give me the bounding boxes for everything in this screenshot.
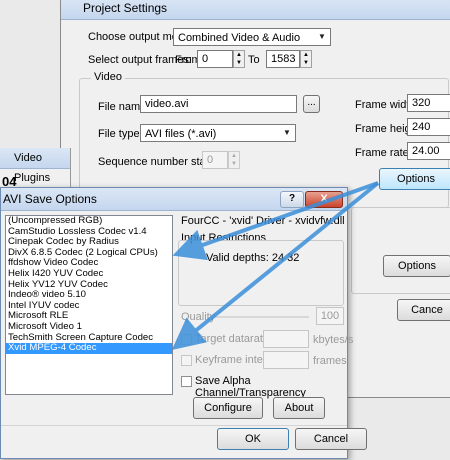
to-input[interactable]: 1583 — [266, 50, 300, 68]
frame-width-input[interactable]: 320 — [407, 94, 450, 112]
save-alpha-checkbox[interactable] — [181, 376, 192, 387]
from-input[interactable]: 0 — [197, 50, 233, 68]
keyframe-checkbox[interactable] — [181, 355, 192, 366]
output-mode-value: Combined Video & Audio — [178, 32, 301, 44]
file-type-value: AVI files (*.avi) — [145, 128, 217, 140]
codec-list-item[interactable]: Helix I420 YUV Codec — [6, 268, 172, 280]
valid-depths-label: Valid depths: 24 32 — [206, 252, 300, 264]
target-datarate-label: Target datarate — [195, 333, 269, 345]
close-button[interactable]: X — [305, 191, 343, 208]
sequence-spinner[interactable]: ▲ ▼ — [228, 151, 240, 169]
frame-height-input[interactable]: 240 — [407, 118, 450, 136]
keyframe-input[interactable] — [263, 351, 309, 369]
file-type-label: File type — [98, 128, 140, 140]
project-settings-titlebar: Project Settings — [61, 0, 450, 20]
options-button[interactable]: Options — [379, 168, 450, 190]
ok-button[interactable]: OK — [217, 428, 289, 450]
quality-input[interactable]: 100 — [316, 307, 344, 325]
output-mode-select[interactable]: Combined Video & Audio ▼ — [173, 28, 331, 46]
cancel-button[interactable]: Cancel — [295, 428, 367, 450]
avi-dialog-title: AVI Save Options — [3, 192, 97, 206]
chevron-down-icon: ▼ — [283, 128, 291, 137]
frame-rate-input[interactable]: 24.00 — [407, 142, 450, 160]
sequence-input[interactable]: 0 — [202, 151, 228, 169]
codec-list[interactable]: (Uncompressed RGB) CamStudio Lossless Cod… — [5, 215, 173, 395]
fourcc-label: FourCC - 'xvid' — [181, 215, 254, 227]
datarate-unit: kbytes/s — [313, 334, 354, 346]
quality-slider[interactable] — [211, 316, 309, 318]
file-name-input[interactable]: video.avi — [140, 95, 297, 113]
footer-divider — [1, 425, 347, 426]
to-label: To — [248, 54, 260, 66]
video-plugins-title: Video Plugins — [14, 152, 51, 184]
codec-list-item[interactable]: (Uncompressed RGB) — [6, 216, 172, 227]
audio-group — [351, 207, 450, 294]
driver-label: Driver - xvidvfw.dll — [256, 215, 345, 227]
browse-button[interactable]: ... — [303, 95, 320, 113]
about-button[interactable]: About — [273, 397, 325, 419]
project-settings-title: Project Settings — [83, 1, 168, 15]
video-plugins-titlebar: Video Plugins — [0, 148, 70, 184]
chevron-down-icon: ▼ — [318, 32, 326, 41]
to-spinner[interactable]: ▲ ▼ — [300, 50, 312, 68]
avi-dialog-titlebar: AVI Save Options ? X — [1, 188, 347, 211]
audio-options-button[interactable]: Options — [383, 255, 450, 277]
keyframe-unit: frames — [313, 355, 347, 367]
target-datarate-checkbox[interactable] — [181, 334, 192, 345]
save-alpha-label: Save Alpha Channel/Transparency — [195, 375, 306, 399]
frame-rate-label: Frame rate — [355, 147, 409, 159]
configure-button[interactable]: Configure — [193, 397, 263, 419]
input-restrictions-group — [178, 240, 344, 306]
file-type-select[interactable]: AVI files (*.avi) ▼ — [140, 124, 296, 142]
video-group-label: Video — [91, 71, 125, 83]
from-spinner[interactable]: ▲ ▼ — [233, 50, 245, 68]
help-button[interactable]: ? — [280, 191, 304, 208]
sequence-label: Sequence number start — [98, 156, 213, 168]
target-datarate-input[interactable] — [263, 330, 309, 348]
codec-list-item[interactable]: Microsoft Video 1 — [6, 321, 172, 333]
avi-save-options-dialog: AVI Save Options ? X (Uncompressed RGB) C… — [0, 187, 367, 459]
codec-list-item[interactable]: Xvid MPEG-4 Codec — [6, 343, 172, 354]
cancel-button-back[interactable]: Cance — [397, 299, 450, 321]
